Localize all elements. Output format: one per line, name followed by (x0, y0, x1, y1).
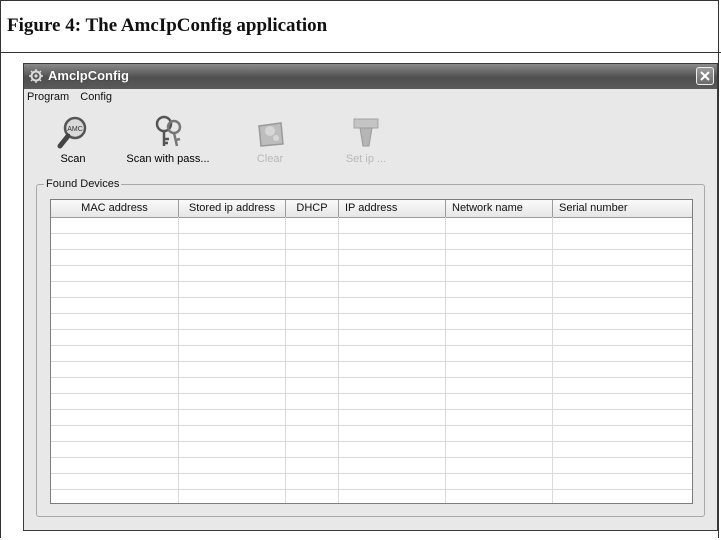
keys-icon (155, 115, 182, 147)
app-gear-icon (29, 69, 43, 83)
column-stored-ip-address[interactable]: Stored ip address (179, 200, 286, 217)
column-mac-address[interactable]: MAC address (51, 200, 179, 217)
svg-text:AMC: AMC (67, 126, 83, 133)
menu-config[interactable]: Config (80, 91, 112, 103)
column-dhcp[interactable]: DHCP (286, 200, 339, 217)
set-ip-arrow-icon (353, 118, 379, 147)
figure-caption: Figure 4: The AmcIpConfig application (0, 0, 721, 53)
found-devices-group: Found Devices MAC address Stored ip addr… (36, 178, 705, 517)
scan-with-pass-button[interactable]: Scan with pass... (123, 112, 213, 165)
eraser-icon (258, 122, 284, 147)
found-devices-label: Found Devices (44, 178, 122, 190)
scan-button[interactable]: AMC Scan (28, 112, 118, 165)
magnifier-icon: AMC (57, 116, 87, 149)
set-ip-label: Set ip ... (345, 153, 387, 165)
scan-label: Scan (60, 153, 86, 165)
column-network-name[interactable]: Network name (446, 200, 553, 217)
set-ip-button[interactable]: Set ip ... (321, 112, 411, 165)
title-bar[interactable]: AmcIpConfig (24, 64, 717, 89)
window-title: AmcIpConfig (48, 68, 129, 83)
column-serial-number[interactable]: Serial number (553, 200, 692, 217)
toolbar: AMC Scan Scan with pass... Clear Set ip … (24, 112, 717, 174)
close-icon (700, 71, 710, 81)
menu-program[interactable]: Program (27, 91, 69, 103)
column-ip-address[interactable]: IP address (339, 200, 446, 217)
clear-label: Clear (256, 153, 284, 165)
device-list[interactable]: MAC address Stored ip address DHCP IP ad… (50, 199, 693, 504)
clear-button[interactable]: Clear (225, 112, 315, 165)
scan-with-pass-label: Scan with pass... (126, 153, 210, 165)
menu-bar: Program Config (27, 91, 120, 109)
list-header: MAC address Stored ip address DHCP IP ad… (51, 200, 692, 218)
amcipconfig-window: AmcIpConfig Program Config AMC Scan Scan… (23, 63, 718, 531)
close-button[interactable] (696, 67, 714, 85)
